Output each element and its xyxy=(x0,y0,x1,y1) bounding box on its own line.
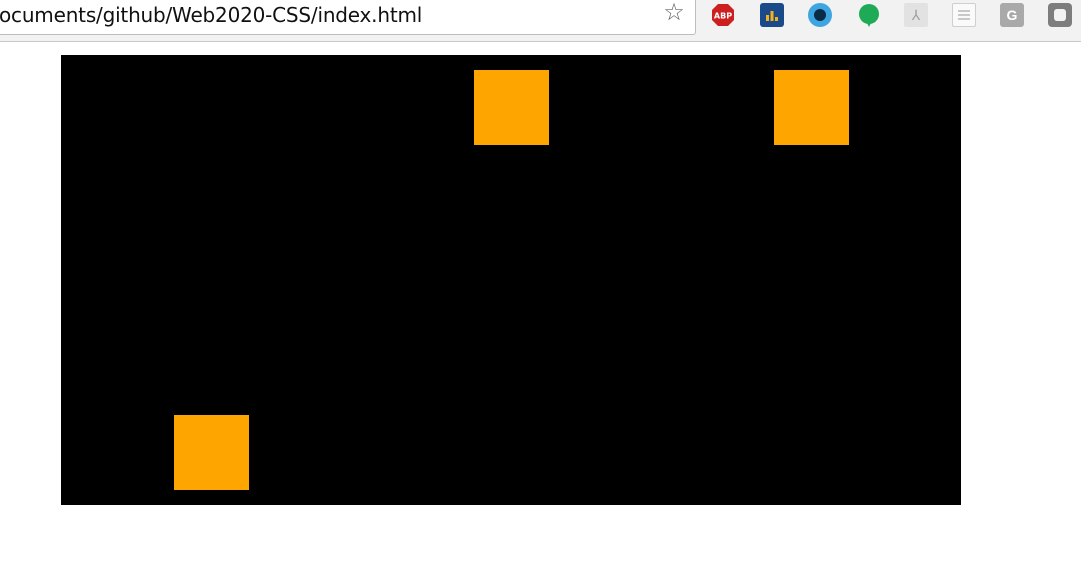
chat-bubble-extension-icon[interactable] xyxy=(857,3,881,27)
orange-box xyxy=(174,415,249,490)
square-extension-icon[interactable] xyxy=(1048,3,1072,27)
black-stage xyxy=(61,55,961,505)
document-extension-icon[interactable] xyxy=(952,3,976,27)
browser-toolbar: ocuments/github/Web2020-CSS/index.html ☆… xyxy=(0,0,1081,42)
svg-text:ABP: ABP xyxy=(714,12,732,21)
abp-icon[interactable]: ABP xyxy=(711,3,735,27)
orange-box xyxy=(774,70,849,145)
eye-extension-icon[interactable] xyxy=(808,3,832,27)
star-icon[interactable]: ☆ xyxy=(662,1,686,25)
bar-chart-extension-icon[interactable] xyxy=(760,3,784,27)
g-extension-icon[interactable]: G xyxy=(1000,3,1024,27)
orange-box xyxy=(474,70,549,145)
address-bar[interactable]: ocuments/github/Web2020-CSS/index.html ☆ xyxy=(0,0,696,35)
url-text[interactable]: ocuments/github/Web2020-CSS/index.html xyxy=(0,3,422,27)
pdf-extension-icon[interactable]: ⅄ xyxy=(904,3,928,27)
